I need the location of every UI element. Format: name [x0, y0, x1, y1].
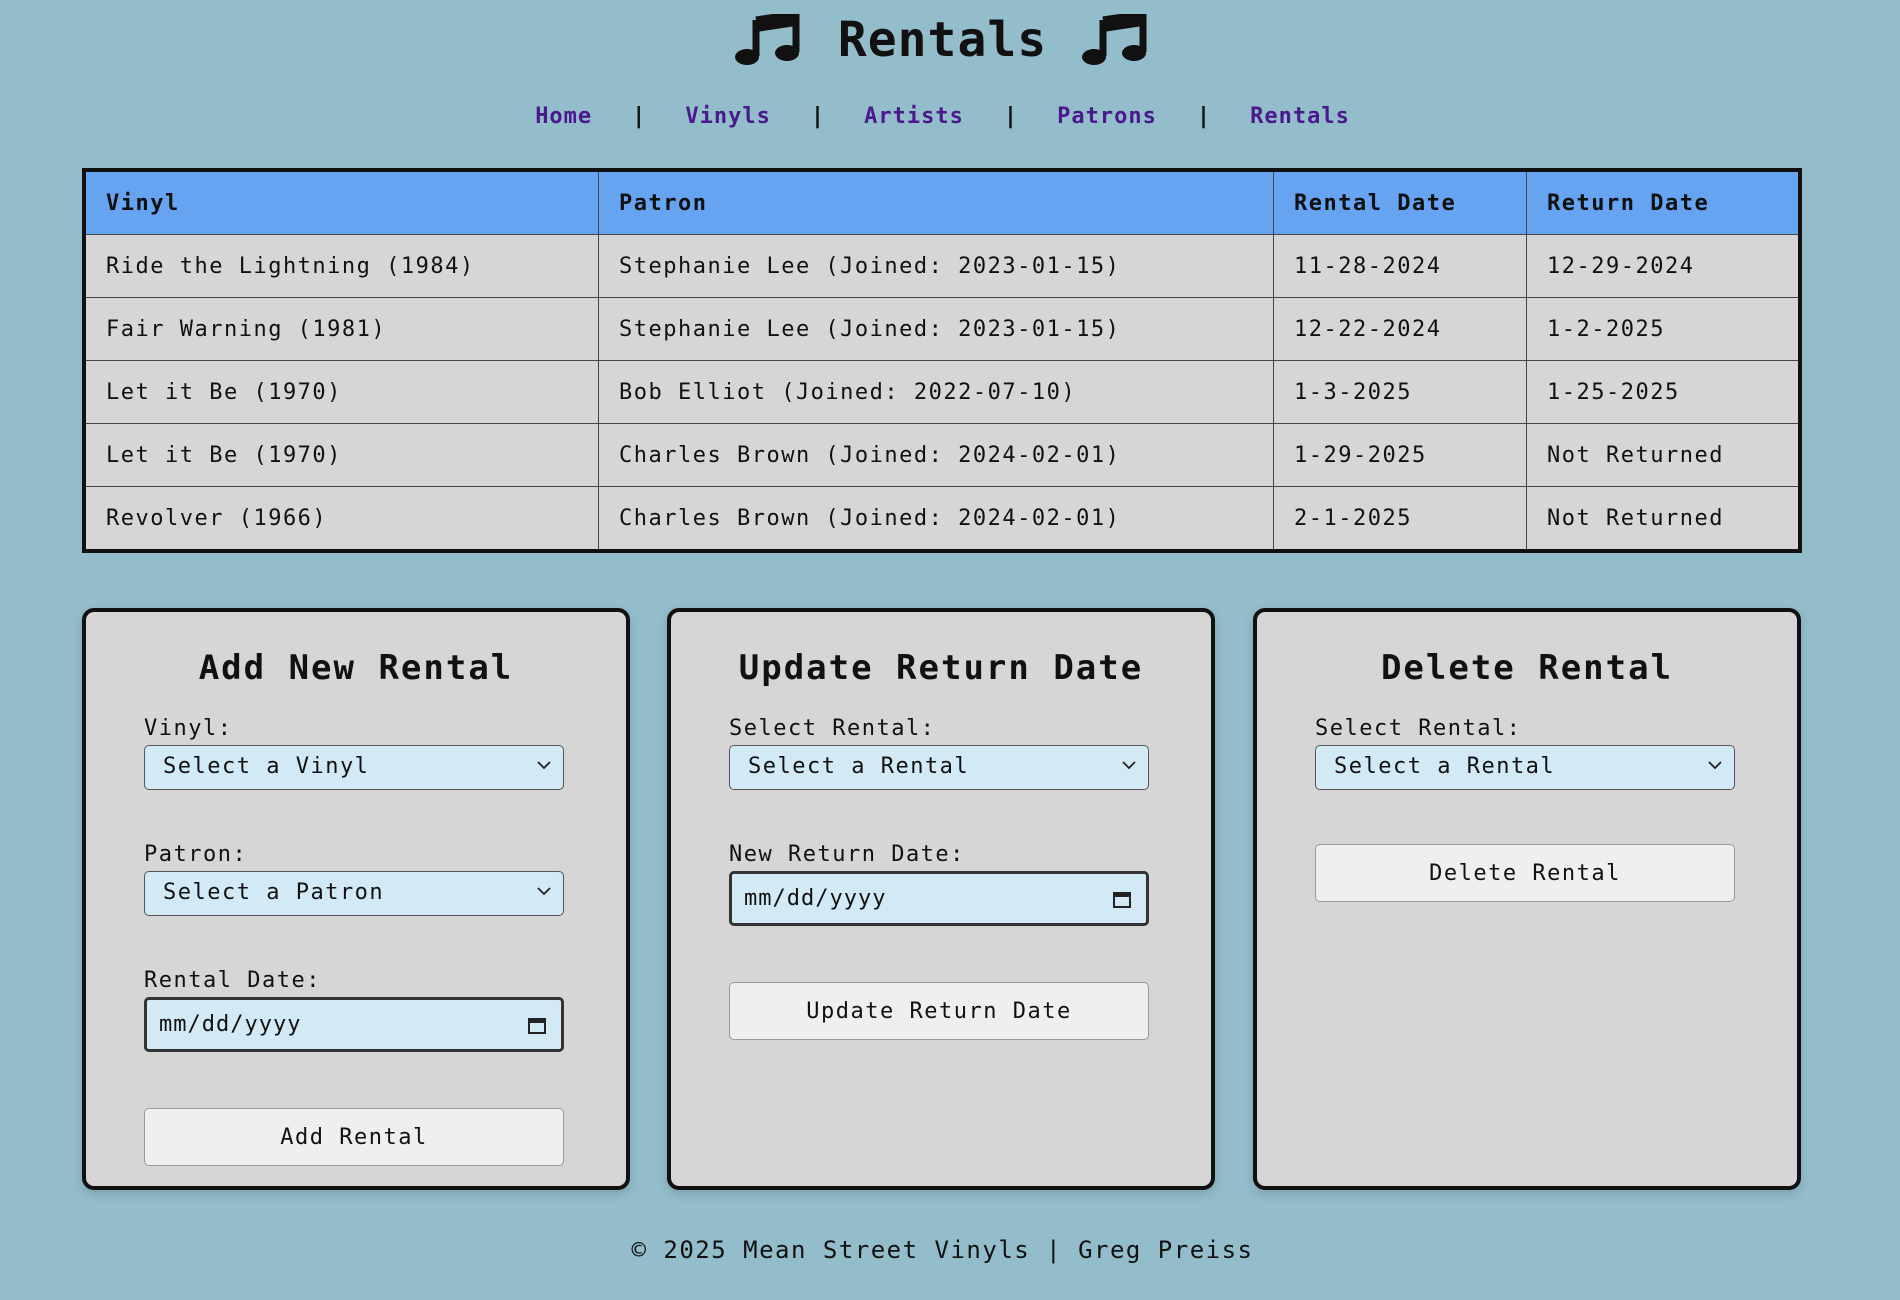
vinyl-select[interactable]: Select a Vinyl [144, 745, 564, 790]
patron-select-value: Select a Patron [163, 880, 385, 905]
cell-vinyl: Let it Be (1970) [83, 360, 599, 424]
delete-rental-button[interactable]: Delete Rental [1315, 844, 1735, 902]
table-row: Revolver (1966) Charles Brown (Joined: 2… [83, 486, 1801, 552]
nav-separator: | [1196, 104, 1211, 129]
cell-rental-date: 12-22-2024 [1273, 297, 1527, 361]
main-nav: Home | Vinyls | Artists | Patrons | Rent… [0, 104, 1885, 129]
add-rental-button[interactable]: Add Rental [144, 1108, 564, 1166]
update-return-date-card: Update Return Date Select Rental: Select… [667, 608, 1215, 1190]
nav-separator: | [810, 104, 825, 129]
delete-rental-title: Delete Rental [1380, 648, 1674, 688]
return-date-placeholder: mm/dd/yyyy [744, 886, 887, 911]
table-row: Let it Be (1970) Bob Elliot (Joined: 202… [83, 360, 1801, 424]
rental-select-value: Select a Rental [748, 754, 970, 779]
patron-label: Patron: [144, 842, 248, 867]
cell-patron: Stephanie Lee (Joined: 2023-01-15) [598, 234, 1274, 298]
page-title: Rentals [837, 12, 1048, 68]
cell-vinyl: Ride the Lightning (1984) [83, 234, 599, 298]
update-return-date-form: Select Rental: Select a Rental New Retur… [729, 716, 1149, 1040]
chevron-down-icon [537, 761, 551, 770]
cell-vinyl: Let it Be (1970) [83, 423, 599, 487]
footer: © 2025 Mean Street Vinyls | Greg Preiss [631, 1236, 1254, 1264]
nav-separator: | [632, 104, 646, 129]
column-header-vinyl: Vinyl [83, 169, 599, 235]
cell-return-date: Not Returned [1526, 486, 1801, 552]
update-return-date-button[interactable]: Update Return Date [729, 982, 1149, 1040]
cell-return-date: 12-29-2024 [1526, 234, 1801, 298]
calendar-icon[interactable] [1112, 889, 1132, 909]
patron-select[interactable]: Select a Patron [144, 871, 564, 916]
select-rental-label: Select Rental: [729, 716, 936, 741]
add-rental-card: Add New Rental Vinyl: Select a Vinyl Pat… [82, 608, 630, 1190]
vinyl-select-value: Select a Vinyl [163, 754, 370, 779]
table-header-row: Vinyl Patron Rental Date Return Date [83, 169, 1801, 235]
delete-rental-card: Delete Rental Select Rental: Select a Re… [1253, 608, 1801, 1190]
chevron-down-icon [1708, 761, 1722, 770]
rental-date-input[interactable]: mm/dd/yyyy [144, 997, 564, 1052]
nav-link-vinyls[interactable]: Vinyls [685, 104, 770, 129]
cell-rental-date: 1-29-2025 [1273, 423, 1527, 487]
cell-return-date: 1-25-2025 [1526, 360, 1801, 424]
delete-rental-form: Select Rental: Select a Rental Delete Re… [1315, 716, 1735, 902]
chevron-down-icon [1122, 761, 1136, 770]
cell-patron: Charles Brown (Joined: 2024-02-01) [598, 423, 1274, 487]
nav-link-home[interactable]: Home [535, 104, 592, 129]
vinyl-label: Vinyl: [144, 716, 233, 741]
rental-select-value: Select a Rental [1334, 754, 1556, 779]
update-return-date-title: Update Return Date [738, 648, 1144, 688]
nav-link-rentals[interactable]: Rentals [1250, 104, 1350, 129]
table-row: Ride the Lightning (1984) Stephanie Lee … [83, 234, 1801, 298]
rental-select[interactable]: Select a Rental [729, 745, 1149, 790]
add-rental-title: Add New Rental [198, 648, 514, 688]
cell-vinyl: Revolver (1966) [83, 486, 599, 552]
rentals-table: Vinyl Patron Rental Date Return Date Rid… [82, 168, 1802, 553]
cell-rental-date: 2-1-2025 [1273, 486, 1527, 552]
add-rental-form: Vinyl: Select a Vinyl Patron: Select a P… [144, 716, 564, 1166]
new-return-date-label: New Return Date: [729, 842, 965, 867]
column-header-return-date: Return Date [1526, 169, 1801, 235]
page-header: Rentals [0, 12, 1885, 68]
calendar-icon[interactable] [527, 1015, 547, 1035]
cell-patron: Charles Brown (Joined: 2024-02-01) [598, 486, 1274, 552]
rental-date-label: Rental Date: [144, 968, 321, 993]
column-header-rental-date: Rental Date [1273, 169, 1527, 235]
cell-vinyl: Fair Warning (1981) [83, 297, 599, 361]
nav-link-artists[interactable]: Artists [864, 104, 964, 129]
nav-link-patrons[interactable]: Patrons [1057, 104, 1157, 129]
page: Rentals Home | Vinyls | Artists | Patron… [0, 0, 1900, 1300]
music-note-icon [1081, 14, 1151, 66]
cell-rental-date: 1-3-2025 [1273, 360, 1527, 424]
cell-return-date: Not Returned [1526, 423, 1801, 487]
cell-rental-date: 11-28-2024 [1273, 234, 1527, 298]
chevron-down-icon [537, 887, 551, 896]
rental-date-placeholder: mm/dd/yyyy [159, 1012, 302, 1037]
cell-return-date: 1-2-2025 [1526, 297, 1801, 361]
table-row: Fair Warning (1981) Stephanie Lee (Joine… [83, 297, 1801, 361]
rental-select[interactable]: Select a Rental [1315, 745, 1735, 790]
cell-patron: Stephanie Lee (Joined: 2023-01-15) [598, 297, 1274, 361]
column-header-patron: Patron [598, 169, 1274, 235]
select-rental-label: Select Rental: [1315, 716, 1522, 741]
return-date-input[interactable]: mm/dd/yyyy [729, 871, 1149, 926]
music-note-icon [734, 14, 804, 66]
cell-patron: Bob Elliot (Joined: 2022-07-10) [598, 360, 1274, 424]
table-row: Let it Be (1970) Charles Brown (Joined: … [83, 423, 1801, 487]
nav-separator: | [1003, 104, 1018, 129]
